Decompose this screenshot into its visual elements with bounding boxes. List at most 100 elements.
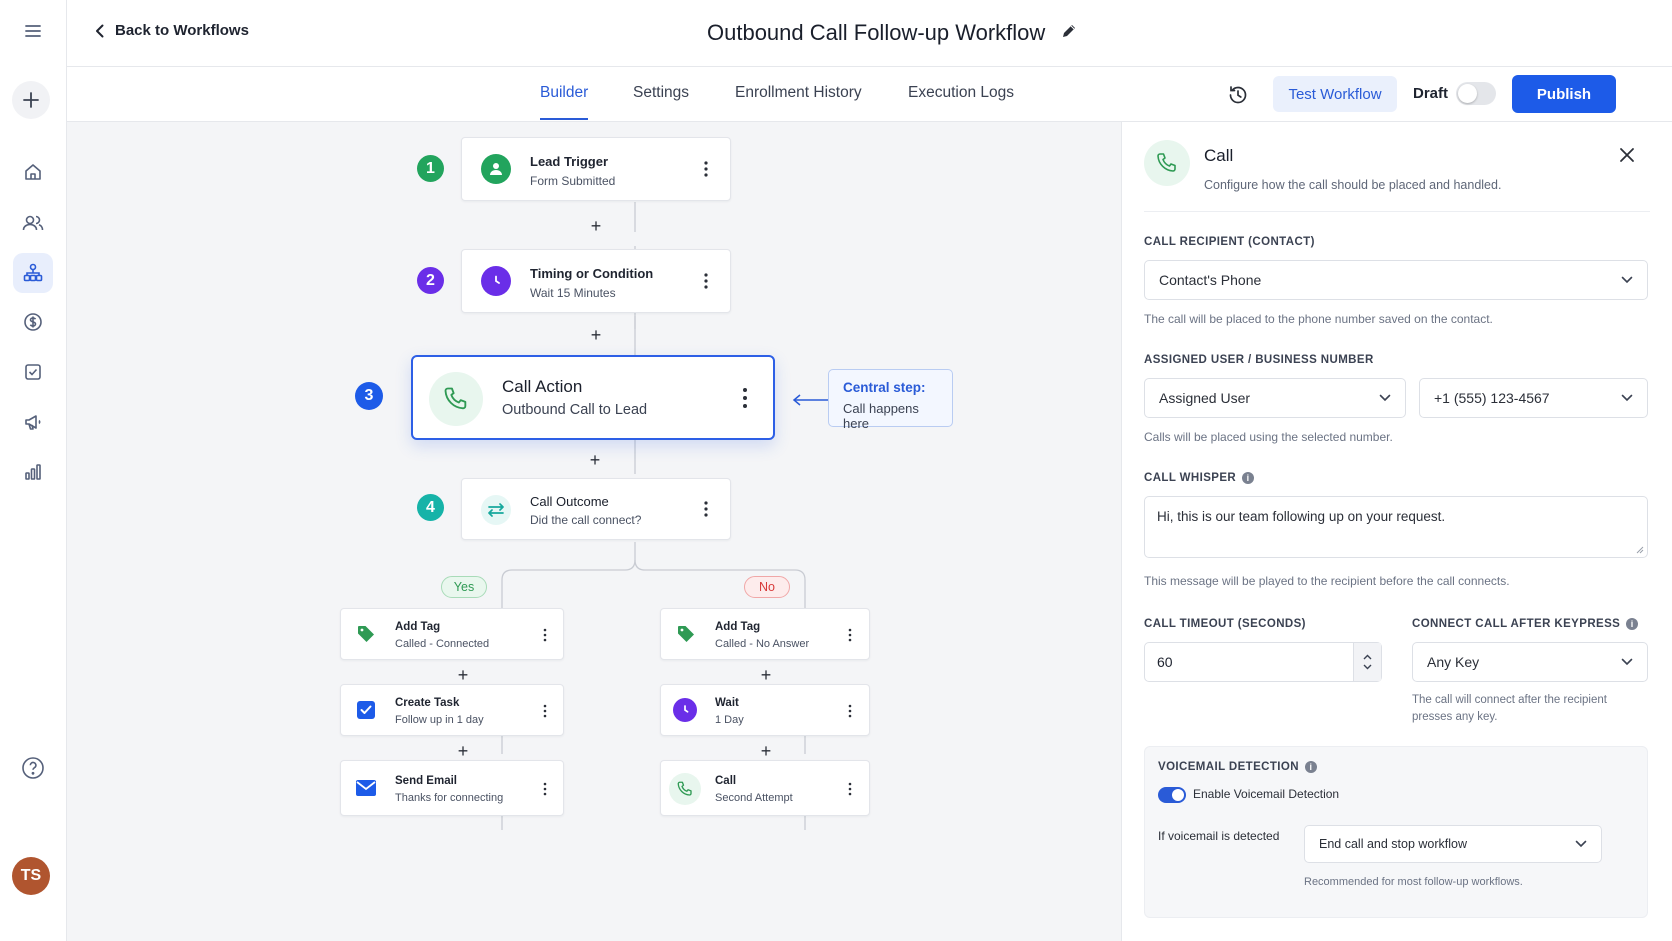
draft-label: Draft <box>1413 85 1449 102</box>
more-icon[interactable] <box>543 704 547 723</box>
home-icon[interactable] <box>13 152 53 192</box>
tab-builder[interactable]: Builder <box>540 84 589 120</box>
voicemail-action-select[interactable]: End call and stop workflow <box>1304 825 1602 863</box>
more-icon[interactable] <box>703 272 709 295</box>
branch-card-send-email[interactable]: Send Email Thanks for connecting <box>340 760 564 816</box>
tab-enrollment-history[interactable]: Enrollment History <box>735 84 862 102</box>
chevron-up-icon[interactable] <box>1363 654 1372 660</box>
chevron-left-icon <box>96 24 104 37</box>
assigned-label: ASSIGNED USER / BUSINESS NUMBER <box>1144 354 1374 366</box>
voicemail-toggle[interactable] <box>1158 787 1186 803</box>
add-step-plus[interactable]: + <box>589 217 603 235</box>
step-subtitle: Called - Connected <box>395 638 490 650</box>
recipient-value: Contact's Phone <box>1159 272 1262 288</box>
more-icon[interactable] <box>543 628 547 647</box>
resize-handle-icon[interactable] <box>1636 546 1644 554</box>
contacts-icon[interactable] <box>13 203 53 243</box>
test-workflow-button[interactable]: Test Workflow <box>1273 76 1397 112</box>
voicemail-section: VOICEMAIL DETECTION i Enable Voicemail De… <box>1144 746 1648 918</box>
keypress-select[interactable]: Any Key <box>1412 642 1648 682</box>
tag-icon <box>353 621 379 647</box>
more-icon[interactable] <box>703 160 709 183</box>
step-config-panel: Call Configure how the call should be pl… <box>1121 122 1672 941</box>
timeout-stepper[interactable] <box>1353 643 1381 681</box>
draft-toggle[interactable] <box>1456 82 1496 105</box>
more-icon[interactable] <box>848 628 852 647</box>
billing-icon[interactable] <box>13 302 53 342</box>
workflow-icon[interactable] <box>13 253 53 293</box>
close-icon[interactable] <box>1618 146 1636 169</box>
publish-button[interactable]: Publish <box>1512 75 1616 113</box>
voicemail-label: VOICEMAIL DETECTION i <box>1158 761 1317 773</box>
menu-icon[interactable] <box>13 11 53 51</box>
clock-icon <box>673 698 697 722</box>
chevron-down-icon <box>1621 658 1633 666</box>
top-bar: Back to Workflows Outbound Call Follow-u… <box>67 0 1672 67</box>
step-card-call-outcome[interactable]: Call Outcome Did the call connect? <box>461 478 731 540</box>
add-step-plus[interactable]: + <box>759 742 773 760</box>
plus-icon[interactable] <box>12 81 50 119</box>
recipient-select[interactable]: Contact's Phone <box>1144 260 1648 300</box>
edit-pencil-icon[interactable] <box>1061 23 1077 44</box>
recipient-label: CALL RECIPIENT (CONTACT) <box>1144 236 1315 248</box>
tab-execution-logs[interactable]: Execution Logs <box>908 84 1014 102</box>
add-step-plus[interactable]: + <box>456 742 470 760</box>
marketing-icon[interactable] <box>13 402 53 442</box>
voicemail-toggle-label: Enable Voicemail Detection <box>1193 787 1340 801</box>
step-card-timing[interactable]: Timing or Condition Wait 15 Minutes <box>461 249 731 313</box>
more-icon[interactable] <box>742 387 748 414</box>
keypress-help: The call will connect after the recipien… <box>1412 694 1607 723</box>
keypress-value: Any Key <box>1427 654 1480 670</box>
more-icon[interactable] <box>848 704 852 723</box>
add-step-plus[interactable]: + <box>456 666 470 684</box>
chevron-down-icon[interactable] <box>1363 664 1372 670</box>
add-step-plus[interactable]: + <box>759 666 773 684</box>
step-number-badge: 1 <box>417 155 444 182</box>
branch-card-call-second[interactable]: Call Second Attempt <box>660 760 870 816</box>
more-icon[interactable] <box>848 782 852 801</box>
branch-card-add-tag-yes[interactable]: Add Tag Called - Connected <box>340 608 564 660</box>
step-subtitle: 1 Day <box>715 714 744 726</box>
add-step-plus[interactable]: + <box>589 326 603 344</box>
step-card-call-action[interactable]: Call Action Outbound Call to Lead <box>411 355 775 440</box>
branch-card-create-task[interactable]: Create Task Follow up in 1 day <box>340 684 564 736</box>
phone-icon <box>669 773 701 805</box>
panel-subtitle: Configure how the call should be placed … <box>1204 178 1502 192</box>
step-subtitle: Called - No Answer <box>715 638 810 650</box>
voicemail-action-value: End call and stop workflow <box>1319 837 1467 851</box>
more-icon[interactable] <box>543 782 547 801</box>
whisper-textarea[interactable]: Hi, this is our team following up on you… <box>1144 496 1648 558</box>
info-icon[interactable]: i <box>1304 761 1317 773</box>
reporting-icon[interactable] <box>13 452 53 492</box>
step-title: Wait <box>715 697 739 709</box>
chevron-down-icon <box>1379 394 1391 402</box>
tab-settings[interactable]: Settings <box>633 84 689 102</box>
step-title: Timing or Condition <box>530 266 654 281</box>
timeout-input[interactable]: 60 <box>1144 642 1382 682</box>
keypress-label: CONNECT CALL AFTER KEYPRESS i <box>1412 618 1639 630</box>
step-card-lead-trigger[interactable]: Lead Trigger Form Submitted <box>461 137 731 201</box>
history-icon[interactable] <box>1224 81 1252 109</box>
back-to-workflows-link[interactable]: Back to Workflows <box>95 22 249 39</box>
yes-branch-pill: Yes <box>441 576 487 598</box>
step-subtitle: Did the call connect? <box>530 513 642 527</box>
step-title: Add Tag <box>715 621 761 633</box>
step-number-badge: 4 <box>417 494 444 521</box>
add-step-plus[interactable]: + <box>588 451 602 469</box>
info-icon[interactable]: i <box>1242 472 1255 484</box>
tabs-bar: Builder Settings Enrollment History Exec… <box>67 67 1672 122</box>
assigned-user-select[interactable]: Assigned User <box>1144 378 1406 418</box>
avatar[interactable]: TS <box>12 857 50 895</box>
business-number-select[interactable]: +1 (555) 123-4567 <box>1419 378 1648 418</box>
phone-icon <box>429 372 483 426</box>
step-subtitle: Follow up in 1 day <box>395 714 484 726</box>
tasks-icon[interactable] <box>13 352 53 392</box>
info-icon[interactable]: i <box>1626 618 1639 630</box>
tag-icon <box>673 621 699 647</box>
more-icon[interactable] <box>703 500 709 523</box>
help-icon[interactable] <box>13 748 53 788</box>
branch-card-add-tag-no[interactable]: Add Tag Called - No Answer <box>660 608 870 660</box>
branch-card-wait[interactable]: Wait 1 Day <box>660 684 870 736</box>
step-subtitle: Second Attempt <box>715 792 793 804</box>
voicemail-help: Recommended for most follow-up workflows… <box>1304 876 1523 888</box>
